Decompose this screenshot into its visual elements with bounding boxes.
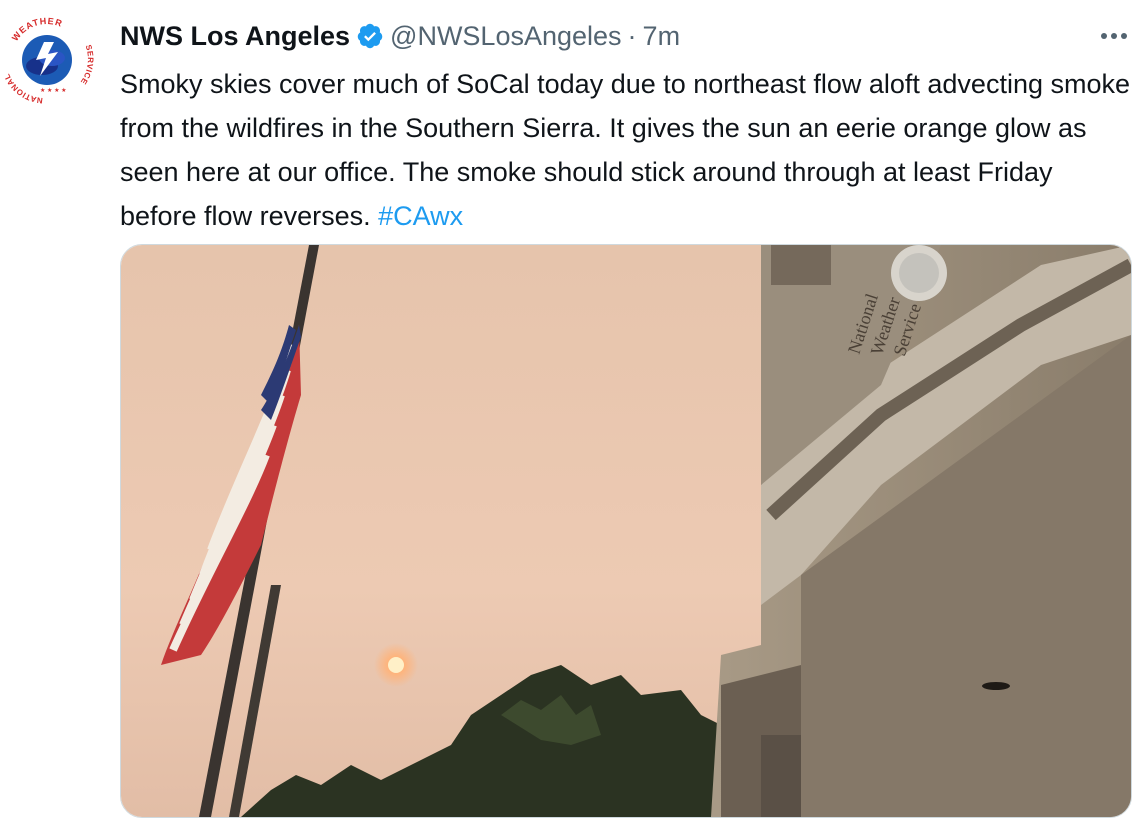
hashtag-link[interactable]: #CAwx xyxy=(378,201,463,231)
more-horizontal-icon xyxy=(1101,33,1127,39)
author-name[interactable]: NWS Los Angeles xyxy=(120,21,350,52)
tweet-text: Smoky skies cover much of SoCal today du… xyxy=(120,62,1130,238)
more-options-button[interactable] xyxy=(1092,22,1136,50)
author-handle[interactable]: @NWSLosAngeles xyxy=(390,21,622,52)
tweet-photo[interactable]: National Weather Service xyxy=(120,244,1132,818)
avatar[interactable]: WEATHER NATIONAL SERVICE ★ ★ ★ ★ xyxy=(0,12,94,106)
tweet: WEATHER NATIONAL SERVICE ★ ★ ★ ★ NWS Los… xyxy=(0,0,1146,828)
building xyxy=(711,245,1131,817)
photo-image: National Weather Service xyxy=(121,245,1131,817)
tweet-body: Smoky skies cover much of SoCal today du… xyxy=(120,69,1130,231)
tweet-header: NWS Los Angeles @NWSLosAngeles · 7m xyxy=(120,16,680,56)
tweet-timestamp[interactable]: 7m xyxy=(643,21,681,52)
header-separator: · xyxy=(627,20,637,51)
svg-text:★ ★ ★ ★: ★ ★ ★ ★ xyxy=(40,87,67,94)
nws-logo-icon: WEATHER NATIONAL SERVICE ★ ★ ★ ★ xyxy=(1,13,94,105)
verified-badge-icon xyxy=(356,22,384,50)
